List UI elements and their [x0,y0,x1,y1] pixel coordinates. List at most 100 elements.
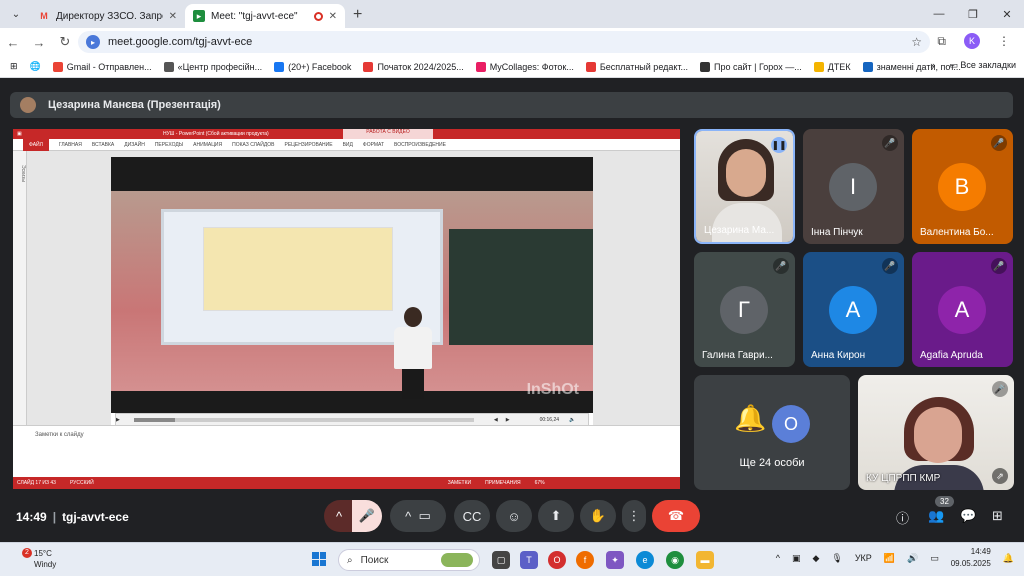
present-button[interactable]: ⬆ [538,500,574,532]
apps-grid-icon[interactable]: ⊞ [10,61,18,72]
file-explorer-icon[interactable]: ▬ [696,551,714,569]
globe-icon[interactable]: 🌐 [30,61,41,72]
windows-start-icon[interactable] [312,552,326,566]
edge-icon[interactable]: e [636,551,654,569]
tab-meet[interactable]: ▸ Meet: "tgj-avvt-ece" ✕ [185,4,345,28]
bookmark-star-icon[interactable]: ☆ [911,35,922,49]
more-participants-tile[interactable]: 🔔 О Ще 24 особи [694,375,850,490]
chat-icon[interactable]: 💬 [960,508,976,524]
site-info-icon[interactable]: ▸ [86,35,100,49]
microphone-icon[interactable]: 🎙 [831,553,842,564]
ribbon-tab: ВОСПРОИЗВЕДЕНИЕ [394,141,446,148]
camera-toggle-button[interactable]: ^ ▭ [390,500,446,532]
status-comments[interactable]: ПРИМЕЧАНИЯ [485,480,521,486]
emoji-button[interactable]: ☺ [496,500,532,532]
bookmark-label: «Центр професійн... [177,61,263,72]
minimize-icon[interactable]: — [922,8,956,20]
tile-options-icon[interactable]: ⇗ [992,468,1008,484]
bookmark-item[interactable]: «Центр професійн... [163,61,263,72]
bookmark-favicon-icon [52,61,63,72]
participant-tile-pinned[interactable]: 🎤 КУ ЦПРПП КМР ⇗ [858,375,1014,490]
tab-title: Meet: "tgj-avvt-ece" [211,10,298,22]
people-icon[interactable]: 👥 [928,508,944,524]
meeting-info-icon[interactable]: ⓘ [896,508,909,527]
tray-app-icon[interactable]: ▣ [792,553,801,564]
slide: InShOt ▶ ◀ ▶ 00:16,24 🔈 [111,157,593,427]
task-view-icon[interactable]: ▢ [492,551,510,569]
bookmarks-more-button[interactable]: » [930,60,935,71]
tab-gmail[interactable]: M Директору ЗЗСО. Запрошенн ✕ [30,4,185,28]
more-options-button[interactable]: ⋮ [622,500,646,532]
bookmark-item[interactable]: ДТЕК [813,61,851,72]
new-tab-button[interactable]: + [353,6,362,24]
participant-tile[interactable]: 🎤 A Agafia Apruda [912,252,1013,367]
reload-icon[interactable]: ↻ [52,34,78,50]
url-field[interactable]: ▸ meet.google.com/tgj-avvt-ece ☆ [78,31,930,53]
bookmark-label: Початок 2024/2025... [377,61,464,72]
volume-icon[interactable]: 🔈 [569,417,575,423]
ribbon-tab: РЕЦЕНЗИРОВАНИЕ [284,141,333,148]
participant-count-badge: 32 [935,496,954,507]
close-icon[interactable]: ✕ [329,11,337,22]
copilot-icon[interactable]: ✦ [606,551,624,569]
close-window-icon[interactable]: ✕ [990,8,1024,21]
participant-tile[interactable]: 🎤 В Валентина Бо... [912,129,1013,244]
play-icon[interactable]: ▶ [116,417,120,423]
rewind-icon[interactable]: ◀ [494,417,498,423]
tray-overflow-icon[interactable]: ^ [776,553,780,563]
notifications-icon[interactable]: 🔔 [1003,553,1014,564]
participant-tile[interactable]: 🎤 І Інна Пінчук [803,129,904,244]
tray-app2-icon[interactable]: ◆ [812,553,819,564]
weather-widget[interactable]: 2 15°C Windy [12,548,56,570]
menu-kebab-icon[interactable]: ⋮ [998,34,1010,48]
close-icon[interactable]: ✕ [169,11,177,22]
mic-off-icon: 🎤 [358,508,376,523]
forward-icon[interactable]: ▶ [506,417,510,423]
ribbon-tab: АНИМАЦИЯ [193,141,223,148]
bookmark-label: (20+) Facebook [288,61,352,72]
activities-icon[interactable]: ⊞ [992,508,1003,524]
mic-off-icon: 🎤 [991,135,1007,151]
bookmark-item[interactable]: Gmail - Отправлен... [52,61,152,72]
mic-toggle-button[interactable]: 🎤 [352,500,382,532]
bookmark-item[interactable]: Початок 2024/2025... [363,61,464,72]
raise-hand-button[interactable]: ✋ [580,500,616,532]
status-notes[interactable]: ЗАМЕТКИ [448,480,471,486]
taskbar-search[interactable]: ⌕ Поиск [338,549,480,571]
video-progress[interactable] [133,418,474,422]
bookmark-item[interactable]: MyCollages: Фоток... [475,61,574,72]
forward-icon[interactable]: → [26,35,52,50]
shared-screen[interactable]: ▣ НУШ - PowerPoint (Сбой активации проду… [13,129,680,489]
back-icon[interactable]: ← [0,35,26,50]
firefox-icon[interactable]: f [576,551,594,569]
bookmark-item[interactable]: Бесплатный редакт... [585,61,688,72]
all-bookmarks-button[interactable]: ▭ Все закладки [949,60,1016,71]
battery-icon[interactable]: ▭ [930,553,939,564]
volume-icon[interactable]: 🔊 [907,553,918,564]
audio-options-button[interactable]: ^ [324,500,354,532]
captions-button[interactable]: CC [454,500,490,532]
profile-avatar[interactable]: K [964,33,980,49]
taskbar-clock[interactable]: 14:49 09.05.2025 [951,546,991,570]
keyboard-language[interactable]: УКР [855,553,872,563]
chrome-icon[interactable]: ◉ [666,551,684,569]
bookmark-item[interactable]: (20+) Facebook [274,61,352,72]
participant-avatar: А [829,286,877,334]
opera-icon[interactable]: O [548,551,566,569]
teams-icon[interactable]: T [520,551,538,569]
wifi-icon[interactable]: 📶 [884,553,895,564]
all-bookmarks-label: Все закладки [960,60,1016,70]
bookmark-item[interactable]: Про сайт | Горох —... [700,61,802,72]
restore-icon[interactable]: ❐ [956,8,990,21]
slide-notes[interactable]: Заметки к слайду [13,425,680,477]
video-watermark: InShOt [526,381,579,398]
tab-search-chevron-icon[interactable]: ⌄ [4,2,28,26]
bookmark-favicon-icon [813,61,824,72]
participant-tile-presenter[interactable]: ❚❚ Цезарина Ма... [694,129,795,244]
thumbnails-pane: Эскизы [13,151,27,425]
leave-call-button[interactable]: ☎ [652,500,700,532]
bookmark-favicon-icon [862,61,873,72]
participant-tile[interactable]: 🎤 А Анна Кирон [803,252,904,367]
participant-tile[interactable]: 🎤 Г Галина Гаври... [694,252,795,367]
extensions-icon[interactable]: ⧉ [937,34,946,49]
